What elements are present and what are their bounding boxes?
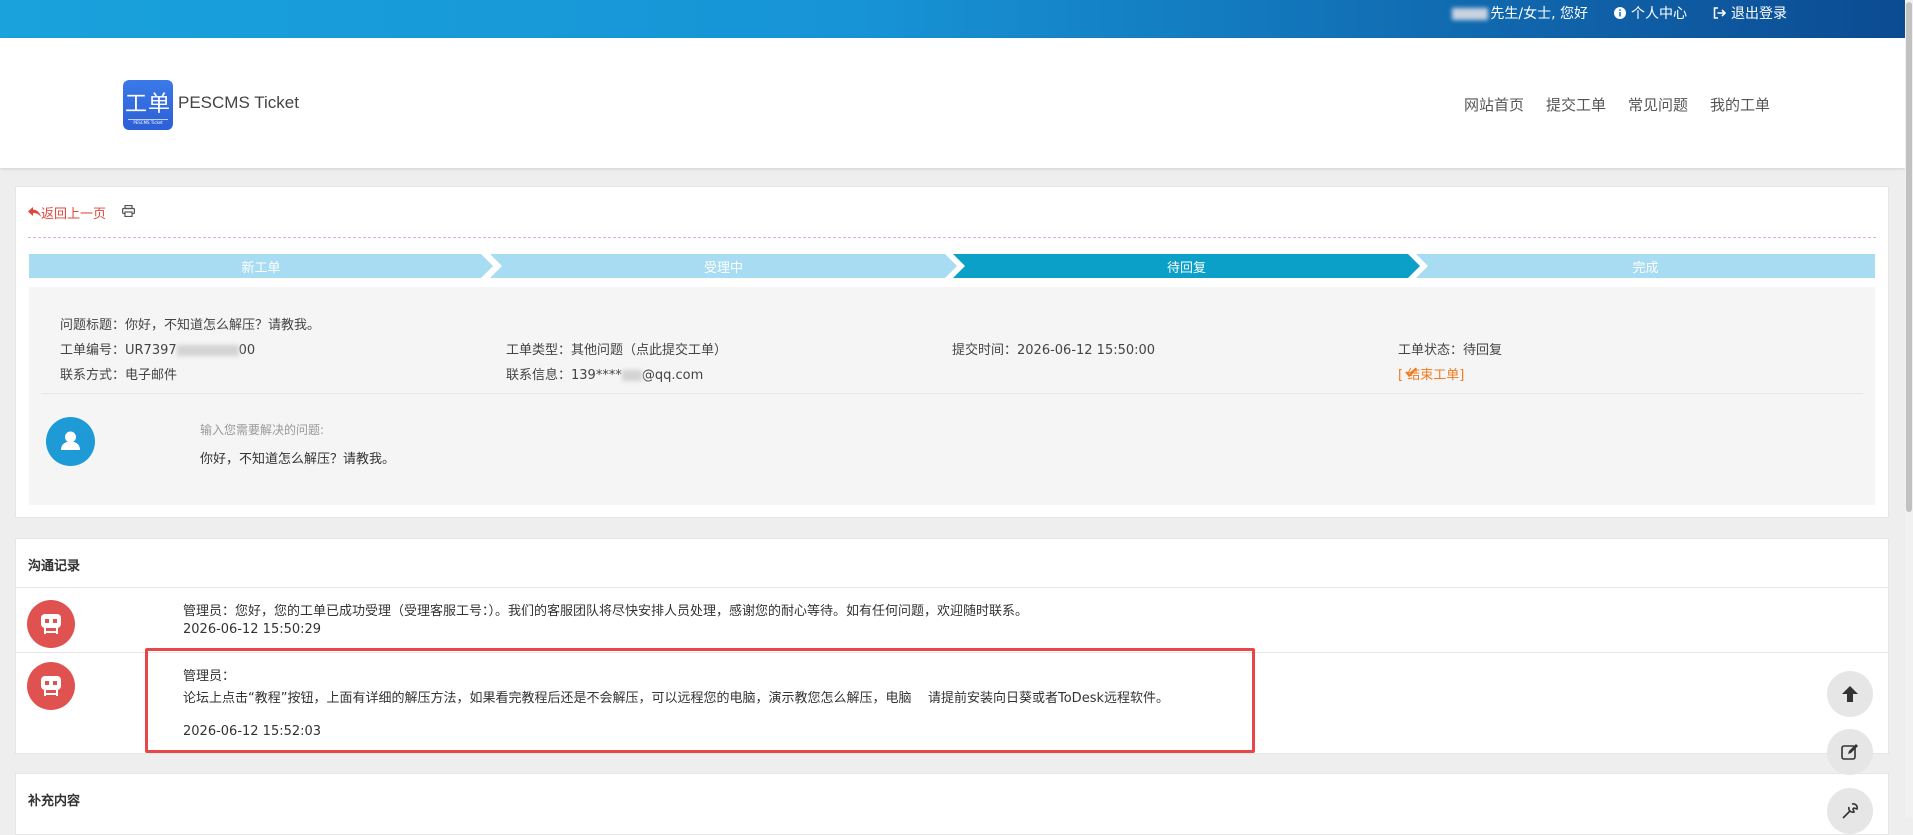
- site-header: 工单 PESCMS Ticket PESCMS Ticket 网站首页 提交工单…: [0, 38, 1905, 168]
- support-agent-icon: [41, 676, 61, 696]
- blurred-contact: [621, 370, 642, 381]
- ticket-type: 工单类型：其他问题（点此提交工单）: [506, 343, 728, 358]
- ticket-info-box: 问题标题：你好，不知道怎么解压？请教我。 工单编号：UR7397 00 工单类型：…: [29, 287, 1875, 505]
- page-scrollbar[interactable]: [1905, 0, 1913, 818]
- info-circle-icon: [1614, 7, 1626, 19]
- check-icon: [1405, 367, 1417, 377]
- close-ticket-link[interactable]: [ 结束工单]: [1398, 364, 1464, 383]
- ticket-status: 工单状态：待回复: [1398, 343, 1503, 358]
- site-logo[interactable]: 工单 PESCMS Ticket: [123, 80, 173, 130]
- admin-avatar: [27, 662, 75, 710]
- divider: [16, 587, 1888, 588]
- tool-icon: [1842, 803, 1858, 819]
- edit-icon: [1841, 744, 1858, 760]
- edit-button[interactable]: [1827, 729, 1873, 775]
- user-icon: [61, 431, 80, 450]
- arrow-up-icon: [1842, 686, 1858, 702]
- ticket-detail-panel: 返回上一页 新工单 受理中 待回复 完成 问题标题：你好，不知道怎么解压？请教我…: [15, 186, 1889, 518]
- admin-avatar: [27, 600, 75, 648]
- step-processing: 受理中: [490, 254, 957, 278]
- records-title: 沟通记录: [28, 559, 81, 574]
- logout-link[interactable]: 退出登录: [1713, 3, 1787, 23]
- blurred-username: [1452, 8, 1489, 20]
- back-link[interactable]: 返回上一页: [28, 203, 106, 222]
- sign-out-icon: [1713, 7, 1726, 19]
- scrollbar-thumb[interactable]: [1906, 2, 1912, 512]
- reply-arrow-icon: [28, 207, 41, 217]
- supplement-title: 补充内容: [28, 794, 81, 809]
- print-icon[interactable]: [122, 205, 135, 217]
- ticket-submit-time: 提交时间：2026-06-12 15:50:00: [952, 343, 1156, 358]
- profile-link[interactable]: 个人中心: [1614, 3, 1687, 23]
- top-bar: 先生/女士, 您好 个人中心 退出登录: [0, 0, 1905, 38]
- support-agent-icon: [41, 614, 61, 634]
- ticket-title: 问题标题：你好，不知道怎么解压？请教我。: [60, 318, 321, 333]
- tool-button[interactable]: [1827, 788, 1873, 834]
- divider: [41, 393, 1863, 394]
- question-text: 你好，不知道怎么解压？请教我。: [200, 452, 396, 467]
- nav-home[interactable]: 网站首页: [1464, 94, 1524, 115]
- contact-method: 联系方式：电子邮件: [60, 368, 178, 383]
- main-nav: 网站首页 提交工单 常见问题 我的工单: [1464, 94, 1770, 115]
- blurred-number: [176, 345, 239, 356]
- message-1-time: 2026-06-12 15:50:29: [183, 622, 322, 637]
- step-new: 新工单: [29, 254, 493, 278]
- user-avatar: [46, 417, 95, 466]
- progress-steps: 新工单 受理中 待回复 完成: [29, 254, 1875, 278]
- question-label: 输入您需要解决的问题:: [200, 423, 325, 437]
- message-1-text: 管理员：您好，您的工单已成功受理（受理客服工号：）。我们的客服团队将尽快安排人员…: [183, 604, 1029, 619]
- contact-info: 联系信息：139**** @qq.com: [506, 368, 704, 383]
- nav-my-tickets[interactable]: 我的工单: [1710, 94, 1770, 115]
- ticket-number: 工单编号：UR7397 00: [60, 343, 256, 358]
- nav-submit-ticket[interactable]: 提交工单: [1546, 94, 1606, 115]
- divider: [28, 237, 1876, 238]
- nav-faq[interactable]: 常见问题: [1628, 94, 1688, 115]
- step-complete: 完成: [1416, 254, 1875, 278]
- user-links: 先生/女士, 您好 个人中心 退出登录: [1452, 0, 1787, 26]
- step-awaiting-reply: 待回复: [953, 254, 1420, 278]
- highlight-box: [145, 648, 1255, 753]
- scroll-top-button[interactable]: [1827, 671, 1873, 717]
- user-greeting: 先生/女士, 您好: [1452, 3, 1588, 23]
- site-brand[interactable]: PESCMS Ticket: [178, 93, 299, 113]
- supplement-panel: 补充内容: [15, 773, 1889, 835]
